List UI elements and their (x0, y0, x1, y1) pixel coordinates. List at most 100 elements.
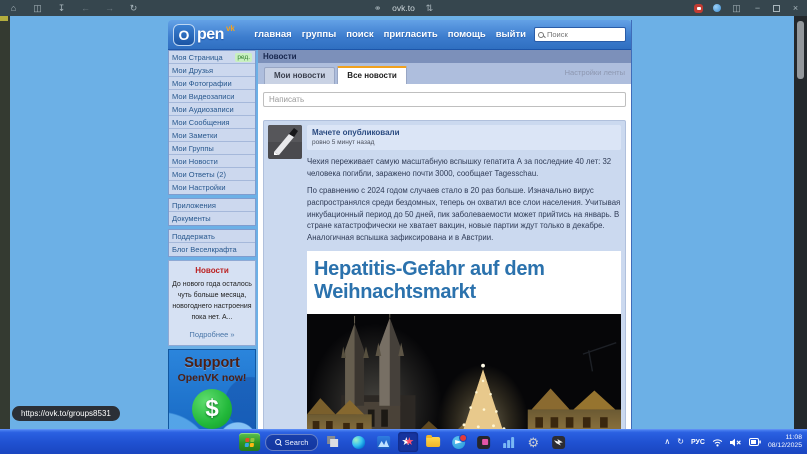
tab-my-news[interactable]: Мои новости (264, 67, 335, 84)
sidebar-item-messages[interactable]: Мои Сообщения (169, 116, 255, 129)
edit-badge[interactable]: ред. (235, 53, 252, 62)
banner-line2: OpenVK now! (169, 372, 255, 384)
tray-chevron-icon[interactable]: ∧ (664, 437, 670, 447)
edge-browser-button[interactable] (348, 432, 368, 452)
settings-button[interactable]: ⚙ (523, 432, 543, 452)
attachment-headline: Hepatitis-Gefahr auf dem Weihnachtsmarkt (307, 251, 621, 314)
browser-nav-icons: ⌂ ◫ ↧ ← → ↻ (8, 0, 139, 16)
post-author-avatar[interactable] (268, 125, 302, 159)
machete-avatar-image (268, 125, 302, 159)
minimize-button[interactable]: − (752, 0, 763, 16)
page-scrollbar[interactable] (794, 16, 807, 430)
sidebar-item-friends[interactable]: Мои Друзья (169, 64, 255, 77)
news-widget-more-link[interactable]: Подробнее » (172, 330, 252, 339)
taskbar-clock[interactable]: 11:08 08/12/2025 (768, 434, 802, 451)
nav-groups-link[interactable]: группы (302, 29, 337, 40)
feed-tabs: Мои новости Все новости Настройки ленты (258, 63, 631, 84)
header-search-input[interactable] (547, 30, 611, 39)
scrollbar-thumb[interactable] (797, 21, 804, 79)
link-icon: ⚭ (372, 0, 383, 16)
nav-logout-link[interactable]: выйти (496, 29, 526, 40)
photos-app-button[interactable] (373, 432, 393, 452)
star-app-icon: ★★ (401, 435, 415, 449)
sidebar-item-replies[interactable]: Мои Ответы (2) (169, 168, 255, 181)
post-header: Мачете опубликовали ровно 5 минут назад (307, 125, 621, 150)
code-app-button[interactable] (473, 432, 493, 452)
sidebar-item-news[interactable]: Мои Новости (169, 155, 255, 168)
nav-help-link[interactable]: помощь (448, 29, 486, 40)
feed-title: Новости (258, 50, 631, 63)
news-widget-text: До нового года осталось чуть больше меся… (172, 280, 252, 323)
task-view-button[interactable] (323, 432, 343, 452)
address-bar[interactable]: ⚭ ovk.to ⇅ (372, 0, 435, 16)
christmas-market-photo (307, 314, 621, 430)
post-attachment[interactable]: Hepatitis-Gefahr auf dem Weihnachtsmarkt (307, 251, 621, 430)
download-icon[interactable]: ↧ (56, 0, 67, 16)
window-left-edge (0, 16, 10, 430)
language-indicator[interactable]: РУС (691, 439, 705, 446)
muted-speaker-icon[interactable] (730, 438, 742, 447)
support-banner[interactable]: Support OpenVK now! $ The future of the … (168, 349, 256, 430)
battery-icon[interactable] (749, 438, 761, 446)
feed-content: Мачете опубликовали ровно 5 минут назад … (258, 84, 631, 430)
nav-search-link[interactable]: поиск (346, 29, 373, 40)
windows-logo-icon (244, 438, 254, 447)
header-search-box[interactable] (534, 27, 626, 42)
sidebar-item-videos[interactable]: Мои Видеозаписи (169, 90, 255, 103)
sidebar-item-groups[interactable]: Мои Группы (169, 142, 255, 155)
mountains-icon (377, 436, 390, 449)
sidebar-item-audios[interactable]: Мои Аудиозаписи (169, 103, 255, 116)
close-button[interactable]: × (790, 0, 801, 16)
url-text[interactable]: ovk.to (392, 3, 415, 13)
search-icon (538, 32, 544, 38)
forward-icon[interactable]: → (104, 0, 115, 16)
feed-settings-link[interactable]: Настройки ленты (565, 68, 625, 77)
panel-toggle-icon[interactable]: ◫ (731, 0, 742, 16)
left-edge-notch (0, 16, 8, 21)
back-icon[interactable]: ← (80, 0, 91, 16)
nav-invite-link[interactable]: пригласить (384, 29, 438, 40)
adblock-extension-icon[interactable] (694, 4, 703, 13)
clock-time: 11:08 (768, 434, 802, 443)
folder-icon (426, 437, 440, 447)
sync-icon[interactable]: ↻ (677, 437, 684, 447)
stats-app-button[interactable] (498, 432, 518, 452)
post-paragraph-2: По сравнению с 2024 годом случаев стало … (307, 185, 621, 243)
taskbar-search[interactable]: Search (265, 434, 319, 451)
post-paragraph-1: Чехия переживает самую масштабную вспышк… (307, 156, 621, 179)
sidebar-item-photos[interactable]: Мои Фотографии (169, 77, 255, 90)
sidebar-item-my-page[interactable]: Моя Страницаред. (169, 51, 255, 64)
tab-all-news[interactable]: Все новости (337, 66, 407, 84)
sidebar-item-blog[interactable]: Блог Веселкрафта (169, 243, 255, 256)
sidebar-item-settings[interactable]: Мои Настройки (169, 181, 255, 194)
sidebar-item-notes[interactable]: Мои Заметки (169, 129, 255, 142)
wifi-icon[interactable] (712, 438, 723, 447)
bar-chart-icon (503, 436, 514, 448)
telegram-icon (452, 436, 465, 449)
home-icon[interactable]: ⌂ (8, 0, 19, 16)
header-nav: главная группы поиск пригласить помощь в… (254, 29, 526, 40)
active-browser-button[interactable]: ★★ (398, 432, 418, 452)
file-explorer-button[interactable] (423, 432, 443, 452)
restore-button[interactable] (773, 5, 780, 12)
sidebar-item-applications[interactable]: Приложения (169, 199, 255, 212)
start-button[interactable] (239, 433, 260, 451)
profile-extension-icon[interactable] (713, 4, 721, 12)
logo-text: pen (197, 26, 224, 44)
eagle-app-button[interactable] (548, 432, 568, 452)
post-composer-input[interactable] (263, 92, 626, 107)
telegram-button[interactable] (448, 432, 468, 452)
post-author-name[interactable]: Мачете опубликовали (312, 128, 616, 137)
banner-line1: Support (169, 355, 255, 371)
nav-home-link[interactable]: главная (254, 29, 291, 40)
sidebar-panel-icon[interactable]: ◫ (32, 0, 43, 16)
sidebar-group-apps: Приложения Документы (168, 198, 256, 226)
news-widget: Новости До нового года осталось чуть бол… (168, 260, 256, 346)
refresh-icon[interactable]: ↻ (128, 0, 139, 16)
tune-icon[interactable]: ⇅ (424, 0, 435, 16)
search-icon (275, 439, 281, 445)
openvk-logo[interactable]: O pen vk (173, 24, 235, 46)
sidebar-item-donate[interactable]: Поддержать (169, 230, 255, 243)
post-timestamp[interactable]: ровно 5 минут назад (312, 139, 616, 146)
sidebar-item-documents[interactable]: Документы (169, 212, 255, 225)
